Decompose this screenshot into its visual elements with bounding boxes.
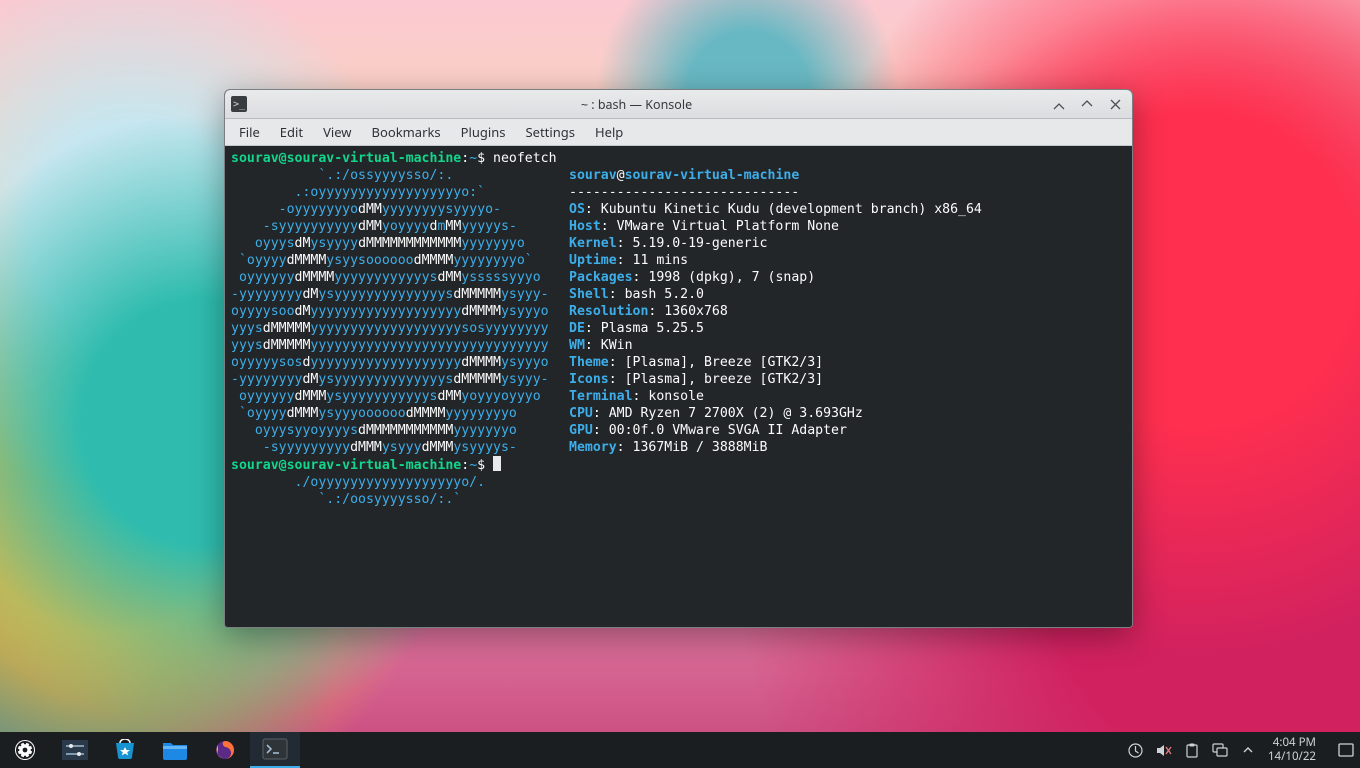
start-button[interactable] [0,732,50,768]
menu-plugins[interactable]: Plugins [451,120,516,144]
taskbar: 4:04 PM 14/10/22 [0,732,1360,768]
titlebar[interactable]: >_ ~ : bash — Konsole [225,90,1132,119]
clipboard-icon[interactable] [1184,742,1200,758]
dolphin-launcher[interactable] [150,732,200,768]
firefox-launcher[interactable] [200,732,250,768]
discover-launcher[interactable] [100,732,150,768]
menu-settings[interactable]: Settings [516,120,585,144]
terminal-area[interactable]: sourav@sourav-virtual-machine:~$ neofetc… [225,146,1132,627]
system-tray: 4:04 PM 14/10/22 [1118,736,1332,764]
volume-muted-icon[interactable] [1156,742,1172,758]
network-icon[interactable] [1212,742,1228,758]
system-settings-launcher[interactable] [50,732,100,768]
konsole-task[interactable] [250,732,300,768]
close-button[interactable] [1104,93,1126,115]
updates-icon[interactable] [1128,742,1144,758]
menu-bookmarks[interactable]: Bookmarks [362,120,451,144]
menu-edit[interactable]: Edit [270,120,313,144]
window-title: ~ : bash — Konsole [231,96,1042,113]
menu-file[interactable]: File [229,120,270,144]
minimize-button[interactable] [1048,93,1070,115]
menubar: File Edit View Bookmarks Plugins Setting… [225,119,1132,146]
menu-view[interactable]: View [313,120,361,144]
show-desktop-button[interactable] [1332,732,1360,768]
clock-date: 14/10/22 [1268,750,1316,764]
maximize-button[interactable] [1076,93,1098,115]
konsole-window: >_ ~ : bash — Konsole File Edit View Boo… [224,89,1133,628]
clock-time: 4:04 PM [1268,736,1316,750]
tray-expand-icon[interactable] [1240,742,1256,758]
menu-help[interactable]: Help [585,120,633,144]
clock[interactable]: 4:04 PM 14/10/22 [1268,736,1322,764]
